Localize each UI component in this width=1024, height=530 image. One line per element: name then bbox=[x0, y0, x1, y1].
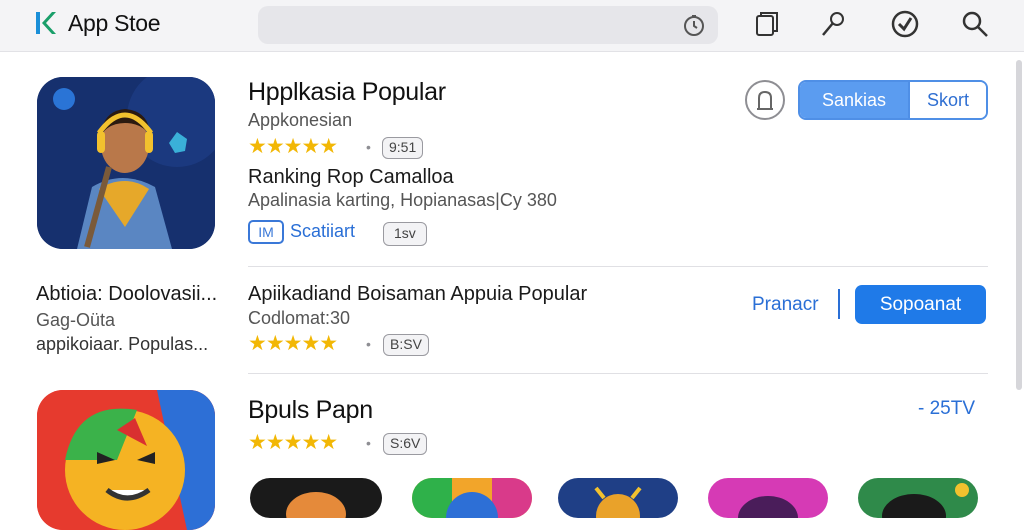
star-rating-3: ★★★★★ bbox=[248, 431, 338, 454]
side-text-line-2: Gag-Oüta bbox=[36, 310, 116, 330]
rating-badge-3: S:6V bbox=[383, 433, 428, 455]
separator-dot: • bbox=[366, 435, 371, 451]
ranking-title: Ranking Rop Camalloa bbox=[248, 166, 454, 188]
app-title-3[interactable]: Bpuls Papn bbox=[248, 396, 373, 425]
mini-app-art bbox=[286, 492, 346, 518]
tag-label[interactable]: Scatiiart bbox=[290, 221, 355, 242]
version-badge: 1sv bbox=[383, 222, 427, 246]
separator-dot: • bbox=[366, 139, 371, 155]
star-rating-1: ★★★★★ bbox=[248, 135, 338, 158]
game-character-illustration bbox=[37, 390, 215, 530]
mini-app-icon-1[interactable] bbox=[250, 478, 382, 518]
rating-badge-2: B:SV bbox=[383, 334, 429, 356]
app-subtitle-1: Appkonesian bbox=[248, 110, 353, 130]
search-icon[interactable] bbox=[960, 9, 990, 39]
user-avatar-button[interactable] bbox=[745, 80, 785, 120]
divider bbox=[248, 266, 988, 267]
mini-app-icon-2[interactable] bbox=[412, 478, 532, 518]
star-rating-2: ★★★★★ bbox=[248, 332, 338, 355]
separator-dot: • bbox=[366, 336, 371, 352]
copy-icon[interactable] bbox=[752, 9, 782, 39]
rating-badge-1: 9:51 bbox=[382, 137, 424, 159]
app-title: App Stoe bbox=[68, 10, 161, 36]
primary-action-button[interactable]: Sopoanat bbox=[855, 285, 986, 324]
ranking-subtitle: Apalinasia karting, Hopianasas|Cy 380 bbox=[248, 190, 557, 210]
app-icon-hero[interactable] bbox=[37, 77, 215, 249]
app-store-logo-icon bbox=[36, 12, 56, 34]
app-subtitle-2: Codlomat:30 bbox=[248, 308, 351, 328]
app-title-1[interactable]: Hpplkasia Popular bbox=[248, 78, 446, 107]
segment-inactive[interactable]: Skort bbox=[908, 82, 986, 118]
search-input[interactable] bbox=[258, 6, 718, 44]
mini-app-art bbox=[594, 486, 642, 518]
badge-icon[interactable] bbox=[890, 9, 920, 39]
clock-icon[interactable] bbox=[682, 14, 706, 38]
mini-app-art bbox=[738, 496, 798, 518]
app-title-2[interactable]: Apiikadiand Boisaman Appuia Popular bbox=[248, 283, 587, 306]
side-value: - 25TV bbox=[918, 398, 976, 419]
scrollbar[interactable] bbox=[1016, 60, 1022, 390]
mini-app-icon-5[interactable] bbox=[858, 478, 978, 518]
user-icon bbox=[757, 90, 773, 110]
side-text-line-3: appikoiaar. Populas... bbox=[36, 334, 209, 354]
mini-app-art bbox=[412, 478, 532, 518]
tag-icon: IM bbox=[248, 220, 284, 244]
segment-active[interactable]: Sankias bbox=[800, 82, 908, 118]
link-pranacr[interactable]: Pranacr bbox=[752, 294, 819, 316]
mini-app-icon-4[interactable] bbox=[708, 478, 828, 518]
divider bbox=[248, 373, 988, 374]
top-bar: App Stoe bbox=[0, 0, 1024, 52]
segmented-control[interactable]: Sankias Skort bbox=[798, 80, 988, 120]
side-text-line-1: Abtioia: Doolovasii... bbox=[36, 283, 218, 305]
mini-app-art bbox=[882, 483, 969, 518]
app-icon-game[interactable] bbox=[37, 390, 215, 530]
character-illustration bbox=[37, 77, 215, 249]
mini-app-icon-3[interactable] bbox=[558, 478, 678, 518]
vertical-separator bbox=[838, 289, 840, 319]
pencil-icon[interactable] bbox=[818, 9, 848, 39]
